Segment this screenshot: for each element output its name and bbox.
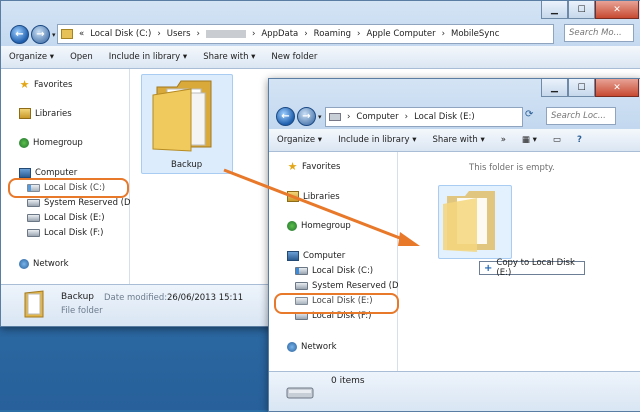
drag-arrow xyxy=(223,168,420,246)
